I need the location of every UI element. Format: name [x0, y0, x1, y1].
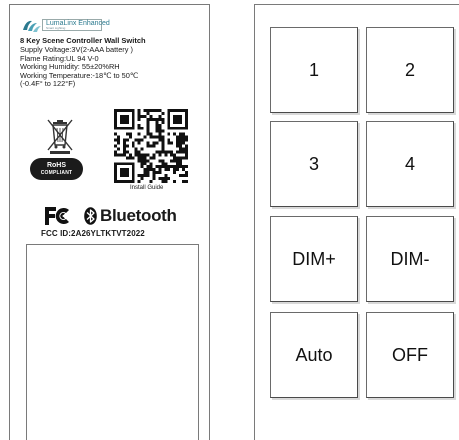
blank-label-area	[26, 244, 199, 440]
fcc-id: FCC ID:2A26YLTKTVT2022	[41, 229, 145, 238]
weee-bin-icon	[47, 119, 73, 154]
bluetooth-icon	[84, 207, 97, 225]
qr-caption: Install Guide	[130, 185, 164, 191]
off-button[interactable]: OFF	[366, 312, 454, 398]
rohs-name: RoHS	[46, 162, 67, 169]
back-label-panel: LumaLinx Enhanced Smart Lighting 8 Key S…	[9, 4, 210, 440]
rohs-compliant-badge: RoHS COMPLIANT	[30, 158, 83, 180]
auto-button[interactable]: Auto	[270, 312, 358, 398]
key-2-button[interactable]: 2	[366, 27, 454, 113]
rohs-sub: COMPLIANT	[40, 170, 73, 176]
key-4-button[interactable]: 4	[366, 121, 454, 207]
qr-code-icon[interactable]	[114, 109, 188, 183]
fcc-logo-icon	[45, 207, 69, 225]
dim-up-button[interactable]: DIM+	[270, 216, 358, 302]
brand-logo-icon	[23, 20, 41, 32]
bluetooth-wordmark: Bluetooth	[100, 206, 177, 225]
brand-name-box: LumaLinx Enhanced Smart Lighting	[42, 19, 110, 31]
brand-tagline: Smart Lighting	[46, 26, 66, 30]
dim-down-button[interactable]: DIM-	[366, 216, 454, 302]
spec-temperature-fahrenheit: (-0.4F° to 122°F)	[20, 79, 76, 89]
key-1-button[interactable]: 1	[270, 27, 358, 113]
product-title: 8 Key Scene Controller Wall Switch	[20, 36, 146, 45]
spec-list: Supply Voltage:3V(2-AAA battery ) Flame …	[20, 45, 138, 89]
key-3-button[interactable]: 3	[270, 121, 358, 207]
brand-logo-group: LumaLinx Enhanced Smart Lighting	[20, 15, 110, 35]
